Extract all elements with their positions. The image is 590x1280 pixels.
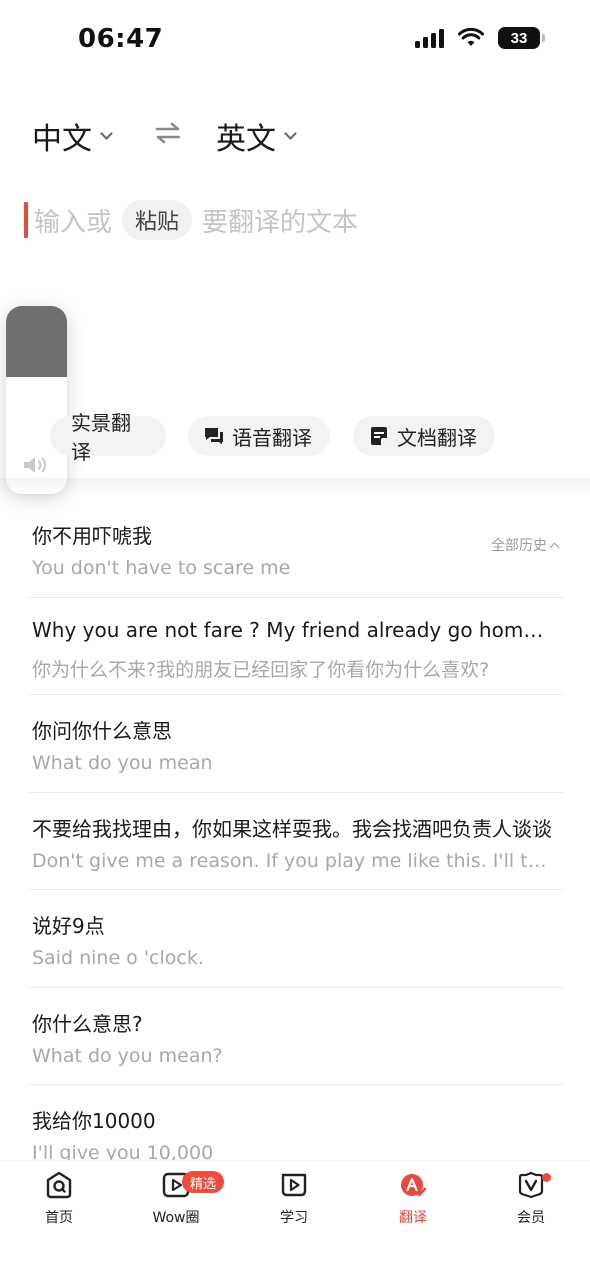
tab-home-label: 首页: [45, 1210, 73, 1226]
notification-dot: [542, 1173, 551, 1182]
history-source-text: 你什么意思?: [32, 1011, 143, 1036]
source-language-dropdown[interactable]: 中文: [32, 114, 113, 158]
history-source-text: Why you are not fare ? My friend already…: [32, 617, 552, 642]
source-language-label: 中文: [32, 122, 92, 157]
voice-translate-label: 语音翻译: [232, 425, 312, 450]
target-language-dropdown[interactable]: 英文: [216, 114, 297, 158]
language-selector: 中文 英文: [0, 110, 590, 160]
translation-modes: 实景翻译 语音翻译 文档翻译: [0, 411, 590, 464]
status-icons: 33: [415, 27, 545, 49]
history-target-text: What do you mean?: [32, 1044, 223, 1067]
tab-translate-label: 翻译: [399, 1210, 427, 1226]
status-time: 06:47: [78, 24, 164, 54]
history-item[interactable]: 你问你什么意思 What do you mean: [26, 695, 564, 793]
translate-input[interactable]: 输入或 粘贴 要翻译的文本: [24, 195, 564, 245]
history-target-text: Said nine o 'clock.: [32, 947, 204, 969]
scene-translate-button[interactable]: 实景翻译: [50, 411, 166, 464]
target-language-label: 英文: [216, 122, 276, 157]
history-source-text: 你问你什么意思: [32, 719, 172, 743]
speaker-icon: [24, 457, 47, 473]
history-source-text: 说好9点: [32, 914, 105, 938]
tab-learn[interactable]: 学习: [244, 1171, 344, 1231]
document-translate-button[interactable]: 文档翻译: [353, 416, 495, 456]
tab-learn-label: 学习: [280, 1210, 308, 1226]
learn-play-icon: [281, 1173, 307, 1197]
featured-badge: 精选: [182, 1171, 225, 1193]
battery-level: 33: [510, 29, 528, 47]
status-bar: 06:47 33: [0, 0, 590, 80]
scene-translate-label: 实景翻译: [71, 411, 131, 464]
chevron-down-icon: [284, 126, 297, 140]
history-item[interactable]: 你不用吓唬我 You don't have to scare me: [26, 500, 564, 598]
tab-translate[interactable]: 翻译: [363, 1171, 463, 1231]
tab-home[interactable]: 首页: [9, 1171, 109, 1231]
translate-icon: [401, 1174, 427, 1197]
vip-icon: [518, 1171, 544, 1199]
home-icon: [46, 1171, 72, 1199]
tab-wow[interactable]: 精选 Wow圈: [126, 1171, 226, 1231]
history-source-text: 你不用吓唬我: [32, 524, 152, 548]
chat-bubbles-icon: [205, 428, 223, 445]
history-target-text: You don't have to scare me: [32, 557, 291, 579]
history-source-text: 我给你10000: [32, 1109, 156, 1133]
history-item[interactable]: Why you are not fare ? My friend already…: [26, 598, 564, 695]
chevron-down-icon: [100, 126, 113, 140]
history-target-text: Don't give me a reason. If you play me l…: [32, 849, 552, 872]
history-item[interactable]: 说好9点 Said nine o 'clock.: [26, 890, 564, 988]
history-item[interactable]: 你什么意思? What do you mean?: [26, 988, 564, 1085]
section-divider: [0, 478, 590, 496]
signal-icon: [415, 28, 444, 48]
input-placeholder-prefix: 输入或: [34, 207, 113, 238]
swap-languages-icon[interactable]: [154, 120, 182, 146]
tab-vip-label: 会员: [517, 1210, 545, 1226]
tab-wow-label: Wow圈: [152, 1210, 200, 1226]
document-icon: [371, 427, 387, 445]
history-item[interactable]: 不要给我找理由，你如果这样耍我。我会找酒吧负责人谈谈 Don't give me…: [26, 793, 564, 890]
history-source-text: 不要给我找理由，你如果这样耍我。我会找酒吧负责人谈谈: [32, 816, 552, 841]
voice-translate-button[interactable]: 语音翻译: [188, 416, 330, 456]
input-placeholder-suffix: 要翻译的文本: [202, 207, 359, 238]
bottom-tab-bar: 首页 精选 Wow圈 学习 翻译 会员: [0, 1160, 590, 1280]
paste-button[interactable]: 粘贴: [122, 200, 193, 240]
wifi-icon: [458, 28, 484, 46]
document-translate-label: 文档翻译: [397, 425, 477, 450]
battery-icon: 33: [498, 27, 545, 49]
tab-vip[interactable]: 会员: [481, 1171, 581, 1231]
history-target-text: What do you mean: [32, 752, 213, 774]
history-target-text: 你为什么不来?我的朋友已经回家了你看你为什么喜欢?: [32, 658, 490, 681]
volume-indicator: [6, 306, 67, 494]
history-item[interactable]: 我给你10000 I'll give you 10,000: [26, 1085, 564, 1160]
history-target-text: I'll give you 10,000: [32, 1142, 214, 1160]
text-caret: [24, 202, 28, 238]
history-list: 全部历史 你不用吓唬我 You don't have to scare me W…: [0, 500, 590, 1160]
volume-level-fill: [6, 306, 67, 378]
